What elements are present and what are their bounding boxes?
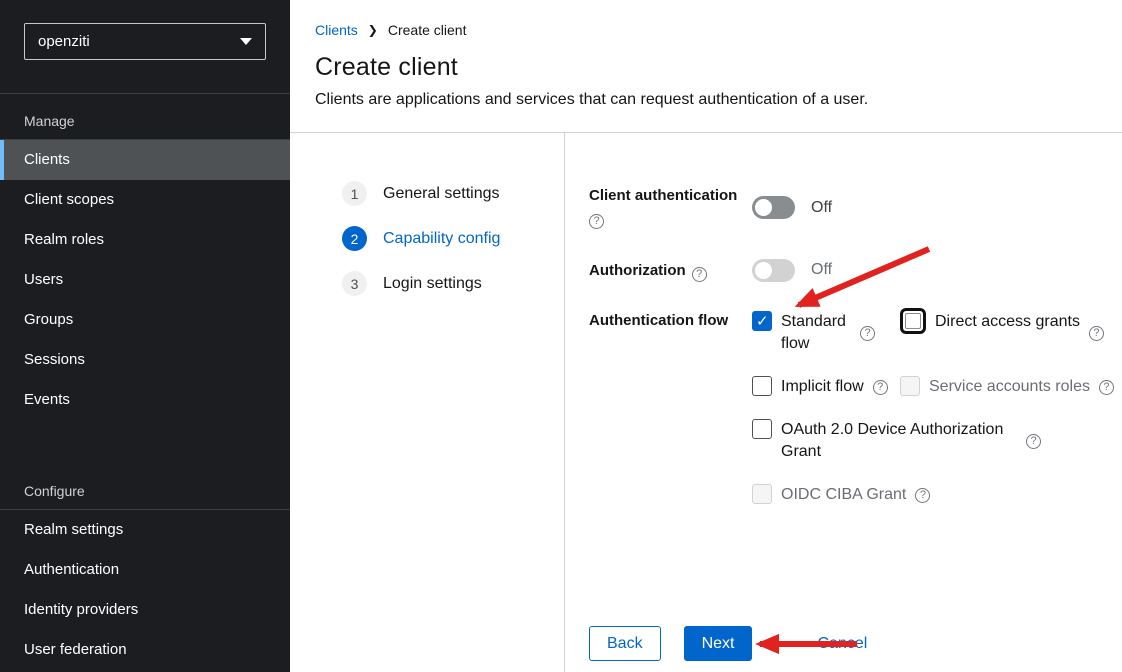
sidebar-item-users[interactable]: Users	[0, 260, 290, 300]
realm-selector-area: openziti	[0, 0, 290, 94]
client-authentication-label: Client authentication ?	[589, 186, 752, 229]
toggle-state-label: Off	[811, 199, 832, 217]
oidc-ciba-grant-option: OIDC CIBA Grant ?	[752, 484, 930, 506]
implicit-flow-option: Implicit flow ?	[752, 376, 900, 398]
help-icon[interactable]: ?	[915, 488, 930, 503]
help-icon[interactable]: ?	[1089, 326, 1104, 341]
back-button[interactable]: Back	[589, 626, 661, 661]
checkbox-inner	[905, 313, 921, 329]
nav-section-title: Manage	[0, 94, 290, 139]
direct-access-grants-checkbox[interactable]	[900, 308, 926, 334]
checkbox-label: OIDC CIBA Grant	[781, 484, 906, 506]
oauth-device-grant-option: OAuth 2.0 Device Authorization Grant ?	[752, 419, 1041, 463]
cancel-link[interactable]: Cancel	[817, 635, 867, 653]
sidebar-item-identity-providers[interactable]: Identity providers	[0, 590, 290, 630]
flow-cell: Implicit flow ?	[752, 376, 900, 398]
client-authentication-toggle[interactable]	[752, 196, 795, 219]
oidc-ciba-grant-checkbox	[752, 484, 772, 504]
wizard-footer: Back Next Cancel	[589, 626, 867, 661]
breadcrumb-current: Create client	[388, 22, 467, 38]
checkbox-label[interactable]: OAuth 2.0 Device Authorization Grant	[781, 419, 1017, 463]
step-number: 1	[342, 181, 367, 206]
help-icon[interactable]: ?	[692, 267, 707, 282]
toggle-state-label: Off	[811, 261, 832, 279]
standard-flow-option: Standard flow ?	[752, 311, 900, 355]
wizard-step-general-settings[interactable]: 1 General settings	[342, 181, 564, 206]
wizard-step-capability-config[interactable]: 2 Capability config	[342, 226, 564, 251]
nav-section-manage: Manage Clients Client scopes Realm roles…	[0, 94, 290, 420]
realm-name: openziti	[38, 33, 90, 50]
sidebar-item-authentication[interactable]: Authentication	[0, 550, 290, 590]
checkbox-label[interactable]: Implicit flow	[781, 376, 864, 398]
help-icon[interactable]: ?	[1026, 434, 1041, 449]
create-client-wizard: 1 General settings 2 Capability config 3…	[290, 133, 1122, 672]
sidebar-item-realm-settings[interactable]: Realm settings	[0, 510, 290, 550]
step-label: Login settings	[383, 275, 482, 293]
keycloak-admin-console: openziti Manage Clients Client scopes Re…	[0, 0, 1122, 672]
breadcrumb-separator-icon: ❯	[368, 23, 378, 37]
main-content: Clients ❯ Create client Create client Cl…	[290, 0, 1122, 672]
next-button[interactable]: Next	[684, 626, 753, 661]
realm-selector-dropdown[interactable]: openziti	[24, 23, 266, 60]
standard-flow-checkbox[interactable]	[752, 311, 772, 331]
sidebar: openziti Manage Clients Client scopes Re…	[0, 0, 290, 672]
help-icon[interactable]: ?	[1099, 380, 1114, 395]
page-header: Clients ❯ Create client Create client Cl…	[290, 0, 1122, 133]
sidebar-item-clients[interactable]: Clients	[0, 140, 290, 180]
step-number: 3	[342, 271, 367, 296]
capability-config-form: Client authentication ? Off Authorizatio…	[565, 133, 1122, 672]
authorization-row: Authorization? Off	[589, 258, 1122, 282]
nav-section-title: Configure	[0, 464, 290, 509]
sidebar-item-events[interactable]: Events	[0, 380, 290, 420]
authorization-toggle	[752, 259, 795, 282]
page-description: Clients are applications and services th…	[315, 91, 1097, 109]
flow-row-1: Standard flow ? Direct access grants ?	[752, 311, 1122, 355]
flow-row-3: OAuth 2.0 Device Authorization Grant ?	[752, 419, 1122, 463]
step-number: 2	[342, 226, 367, 251]
sidebar-item-realm-roles[interactable]: Realm roles	[0, 220, 290, 260]
help-icon[interactable]: ?	[589, 214, 604, 229]
authentication-flow-options: Standard flow ? Direct access grants ?	[752, 311, 1122, 527]
toggle-knob	[755, 262, 772, 279]
oauth-device-grant-checkbox[interactable]	[752, 419, 772, 439]
authorization-label: Authorization?	[589, 258, 752, 282]
page-title: Create client	[315, 53, 1097, 82]
checkbox-label[interactable]: Direct access grants	[935, 311, 1080, 333]
direct-access-grants-option: Direct access grants ?	[900, 311, 1104, 355]
implicit-flow-checkbox[interactable]	[752, 376, 772, 396]
wizard-step-login-settings[interactable]: 3 Login settings	[342, 271, 564, 296]
help-icon[interactable]: ?	[860, 326, 875, 341]
service-accounts-roles-checkbox	[900, 376, 920, 396]
chevron-down-icon	[240, 38, 252, 45]
authentication-flow-row: Authentication flow Standard flow ?	[589, 311, 1122, 527]
client-authentication-row: Client authentication ? Off	[589, 186, 1122, 229]
spacer	[0, 420, 290, 464]
breadcrumb: Clients ❯ Create client	[315, 22, 1097, 38]
step-label: General settings	[383, 185, 500, 203]
wizard-steps-nav: 1 General settings 2 Capability config 3…	[290, 133, 565, 672]
flow-row-2: Implicit flow ? Service accounts roles ?	[752, 376, 1122, 398]
step-label: Capability config	[383, 230, 500, 248]
service-accounts-roles-option: Service accounts roles ?	[900, 376, 1114, 398]
sidebar-item-sessions[interactable]: Sessions	[0, 340, 290, 380]
nav-section-configure: Configure Realm settings Authentication …	[0, 464, 290, 670]
flow-cell: Standard flow ?	[752, 311, 900, 355]
authentication-flow-label: Authentication flow	[589, 311, 752, 527]
sidebar-item-client-scopes[interactable]: Client scopes	[0, 180, 290, 220]
checkbox-label: Service accounts roles	[929, 376, 1090, 398]
sidebar-item-user-federation[interactable]: User federation	[0, 630, 290, 670]
breadcrumb-clients-link[interactable]: Clients	[315, 22, 358, 38]
authorization-control: Off	[752, 258, 832, 282]
toggle-knob	[755, 199, 772, 216]
client-authentication-control: Off	[752, 186, 832, 229]
checkbox-label[interactable]: Standard flow	[781, 311, 851, 355]
help-icon[interactable]: ?	[873, 380, 888, 395]
flow-row-4: OIDC CIBA Grant ?	[752, 484, 1122, 506]
sidebar-item-groups[interactable]: Groups	[0, 300, 290, 340]
